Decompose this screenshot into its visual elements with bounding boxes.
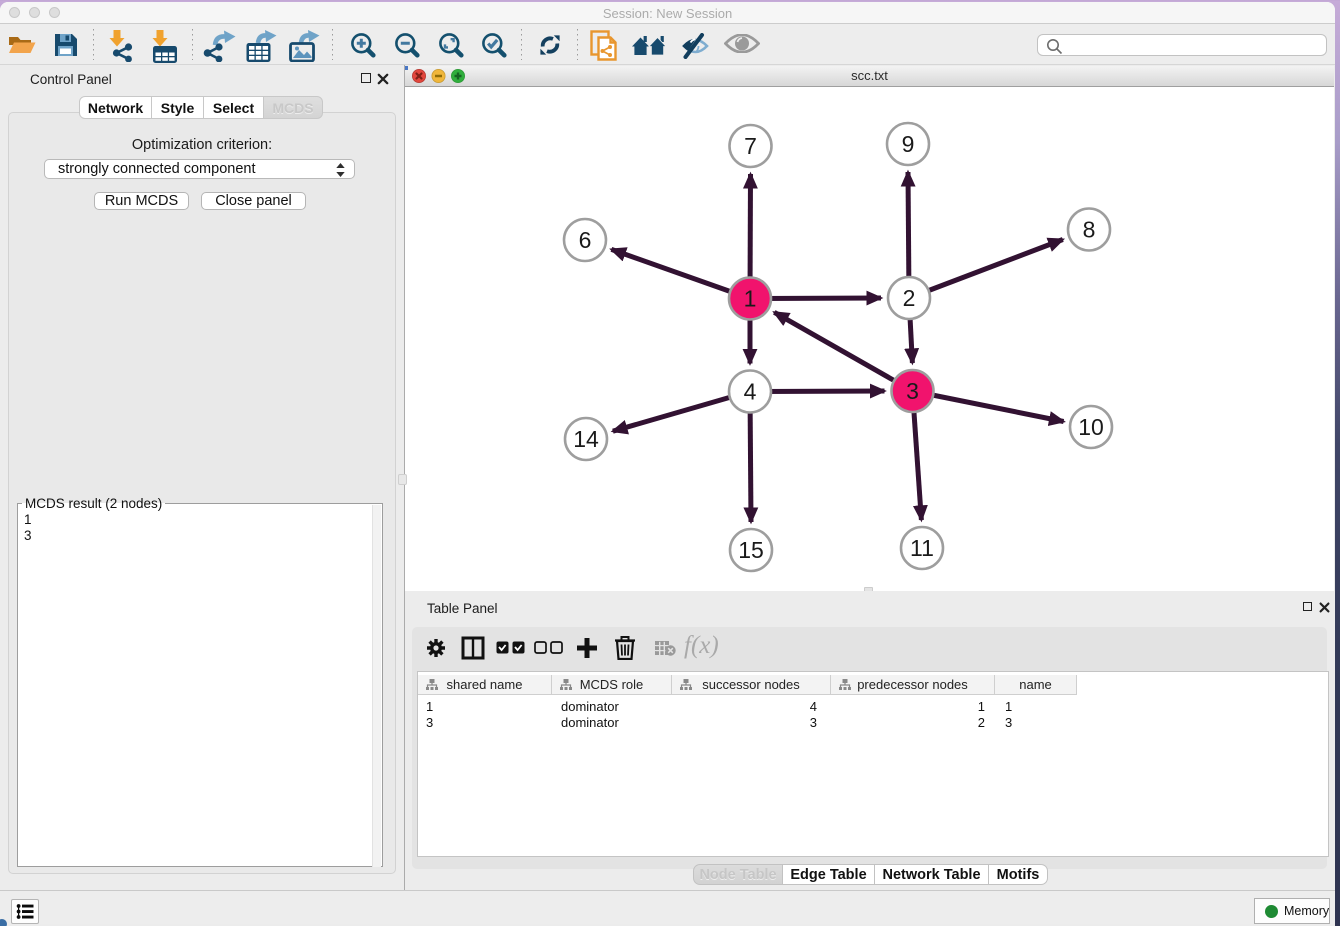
svg-text:4: 4	[744, 379, 757, 405]
svg-text:9: 9	[902, 131, 915, 157]
svg-text:7: 7	[744, 133, 757, 159]
svg-text:1: 1	[744, 286, 757, 312]
svg-text:11: 11	[910, 535, 934, 561]
svg-text:6: 6	[579, 227, 592, 253]
svg-text:3: 3	[906, 378, 919, 404]
svg-text:15: 15	[738, 537, 764, 563]
svg-text:10: 10	[1078, 414, 1104, 440]
svg-text:14: 14	[573, 426, 599, 452]
svg-text:2: 2	[903, 285, 916, 311]
svg-text:8: 8	[1083, 217, 1096, 243]
